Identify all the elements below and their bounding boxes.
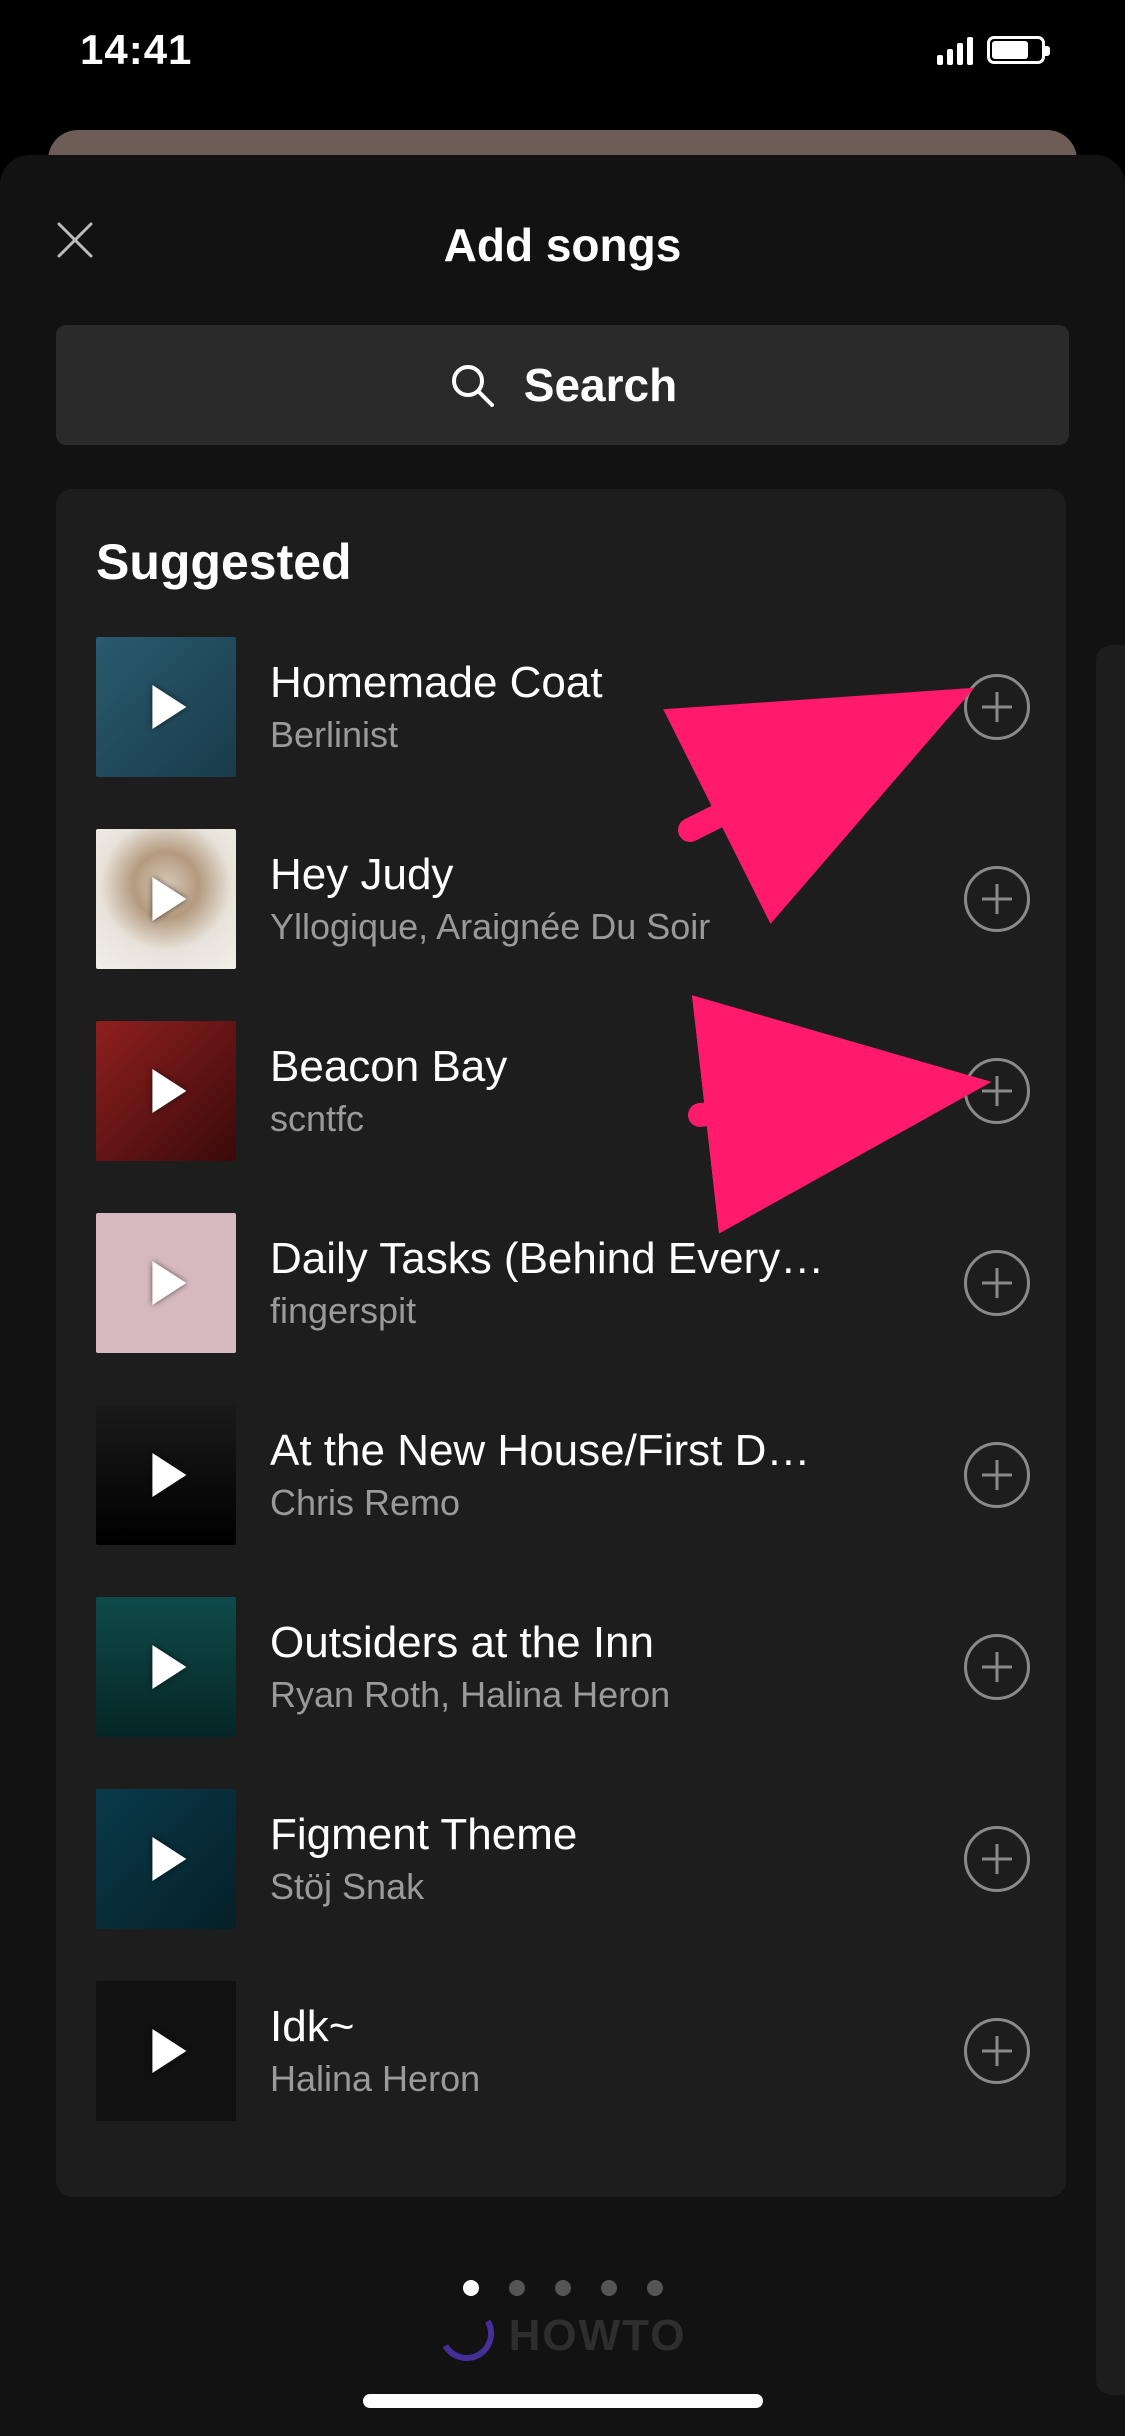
close-button[interactable] — [50, 215, 100, 265]
track-title: Homemade Coat — [270, 658, 930, 708]
album-art[interactable] — [96, 637, 236, 777]
track-row[interactable]: Hey Judy Yllogique, Araignée Du Soir — [56, 803, 1066, 995]
status-bar: 14:41 — [0, 0, 1125, 100]
track-meta: Hey Judy Yllogique, Araignée Du Soir — [270, 850, 930, 948]
add-button[interactable] — [964, 1058, 1030, 1124]
play-icon — [152, 685, 186, 729]
add-button[interactable] — [964, 2018, 1030, 2084]
search-icon — [448, 361, 496, 409]
add-button[interactable] — [964, 1826, 1030, 1892]
status-icons — [937, 35, 1045, 65]
sheet-title: Add songs — [444, 218, 682, 272]
search-button[interactable]: Search — [56, 325, 1069, 445]
album-art[interactable] — [96, 829, 236, 969]
track-row[interactable]: Beacon Bay scntfc — [56, 995, 1066, 1187]
track-artist: Stöj Snak — [270, 1866, 930, 1908]
track-meta: Idk~ Halina Heron — [270, 2002, 930, 2100]
sheet-header: Add songs — [0, 195, 1125, 295]
play-icon — [152, 2029, 186, 2073]
status-time: 14:41 — [80, 26, 192, 74]
add-button[interactable] — [964, 674, 1030, 740]
track-row[interactable]: Homemade Coat Berlinist — [56, 611, 1066, 803]
track-artist: Ryan Roth, Halina Heron — [270, 1674, 930, 1716]
track-row[interactable]: Figment Theme Stöj Snak — [56, 1763, 1066, 1955]
battery-icon — [987, 36, 1045, 64]
add-button[interactable] — [964, 1250, 1030, 1316]
play-icon — [152, 1837, 186, 1881]
page-dot[interactable] — [509, 2280, 525, 2296]
track-artist: Chris Remo — [270, 1482, 930, 1524]
signal-icon — [937, 35, 973, 65]
track-artist: Berlinist — [270, 714, 930, 756]
home-indicator[interactable] — [363, 2394, 763, 2408]
track-row[interactable]: At the New House/First D… Chris Remo — [56, 1379, 1066, 1571]
track-artist: scntfc — [270, 1098, 930, 1140]
track-title: Beacon Bay — [270, 1042, 930, 1092]
page-dot[interactable] — [555, 2280, 571, 2296]
album-art[interactable] — [96, 1597, 236, 1737]
play-icon — [152, 877, 186, 921]
page-dot[interactable] — [647, 2280, 663, 2296]
track-meta: Daily Tasks (Behind Every… fingerspit — [270, 1234, 930, 1332]
track-title: Idk~ — [270, 2002, 930, 2052]
add-button[interactable] — [964, 866, 1030, 932]
track-artist: fingerspit — [270, 1290, 930, 1332]
album-art[interactable] — [96, 1789, 236, 1929]
track-title: Figment Theme — [270, 1810, 930, 1860]
track-row[interactable]: Idk~ Halina Heron — [56, 1955, 1066, 2147]
next-panel-peek[interactable] — [1096, 645, 1125, 2395]
watermark-icon — [439, 2306, 499, 2366]
watermark-text: HOWTO — [509, 2311, 687, 2361]
track-title: Hey Judy — [270, 850, 930, 900]
search-label: Search — [524, 358, 677, 412]
track-row[interactable]: Outsiders at the Inn Ryan Roth, Halina H… — [56, 1571, 1066, 1763]
play-icon — [152, 1261, 186, 1305]
track-row[interactable]: Daily Tasks (Behind Every… fingerspit — [56, 1187, 1066, 1379]
album-art[interactable] — [96, 1405, 236, 1545]
track-title: Daily Tasks (Behind Every… — [270, 1234, 930, 1284]
suggested-panel: Suggested Homemade Coat Berlinist Hey Ju… — [56, 489, 1066, 2197]
album-art[interactable] — [96, 1213, 236, 1353]
section-title: Suggested — [56, 533, 1066, 611]
add-songs-sheet: Add songs Search Suggested Homemade Coat… — [0, 155, 1125, 2436]
track-list[interactable]: Homemade Coat Berlinist Hey Judy Yllogiq… — [56, 611, 1066, 2147]
track-artist: Yllogique, Araignée Du Soir — [270, 906, 930, 948]
album-art[interactable] — [96, 1981, 236, 2121]
track-meta: Outsiders at the Inn Ryan Roth, Halina H… — [270, 1618, 930, 1716]
page-dot[interactable] — [463, 2280, 479, 2296]
track-title: Outsiders at the Inn — [270, 1618, 930, 1668]
watermark: HOWTO — [439, 2306, 687, 2366]
album-art[interactable] — [96, 1021, 236, 1161]
track-meta: Beacon Bay scntfc — [270, 1042, 930, 1140]
page-dot[interactable] — [601, 2280, 617, 2296]
track-artist: Halina Heron — [270, 2058, 930, 2100]
track-meta: Figment Theme Stöj Snak — [270, 1810, 930, 1908]
play-icon — [152, 1069, 186, 1113]
page-indicator[interactable] — [0, 2280, 1125, 2296]
play-icon — [152, 1453, 186, 1497]
track-title: At the New House/First D… — [270, 1426, 930, 1476]
add-button[interactable] — [964, 1442, 1030, 1508]
track-meta: Homemade Coat Berlinist — [270, 658, 930, 756]
play-icon — [152, 1645, 186, 1689]
close-icon — [53, 218, 97, 262]
track-meta: At the New House/First D… Chris Remo — [270, 1426, 930, 1524]
add-button[interactable] — [964, 1634, 1030, 1700]
